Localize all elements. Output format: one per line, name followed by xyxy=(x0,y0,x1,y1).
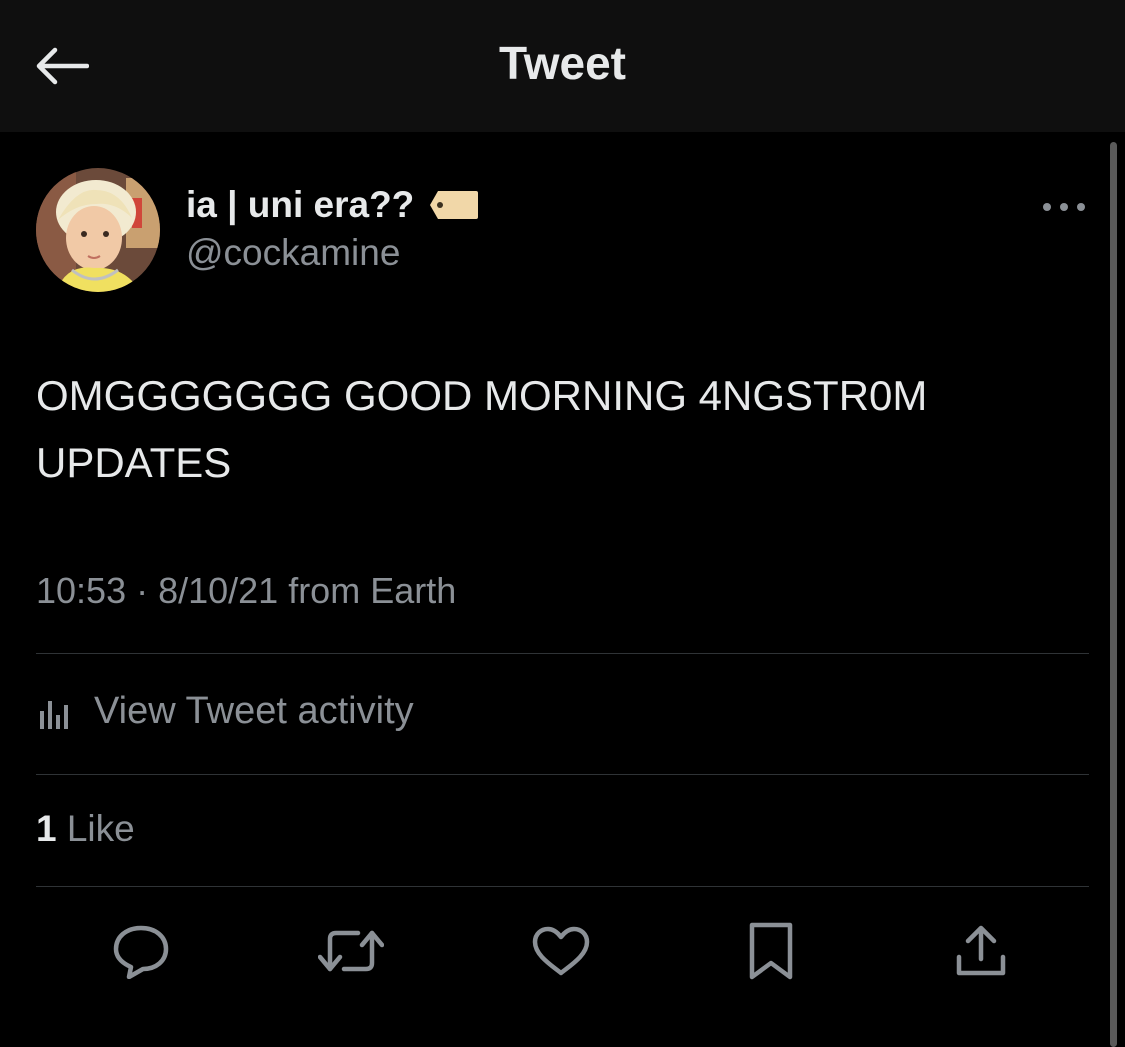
tweet-text: OMGGGGGGG GOOD MORNING 4NGSTR0M UPDATES xyxy=(36,372,928,486)
retweet-button[interactable] xyxy=(318,918,384,984)
activity-label: View Tweet activity xyxy=(94,689,414,732)
view-tweet-activity-button[interactable]: View Tweet activity xyxy=(36,686,414,736)
likes-count-link[interactable]: 1 Like xyxy=(36,808,135,850)
like-button[interactable] xyxy=(528,918,594,984)
share-button[interactable] xyxy=(948,918,1014,984)
bookmark-button[interactable] xyxy=(738,918,804,984)
scrollbar[interactable] xyxy=(1110,142,1117,1047)
tweet-timestamp[interactable]: 10:53 · 8/10/21 from Earth xyxy=(36,570,456,612)
top-bar: Tweet xyxy=(0,0,1125,132)
reply-icon xyxy=(113,925,169,979)
avatar[interactable] xyxy=(36,168,160,292)
divider xyxy=(36,653,1089,654)
display-name-text: ia | uni era?? xyxy=(186,184,415,225)
tag-emoji-icon xyxy=(430,191,479,219)
display-name[interactable]: ia | uni era?? xyxy=(186,180,480,230)
divider xyxy=(36,886,1089,887)
more-horizontal-icon xyxy=(1043,203,1085,211)
page-title: Tweet xyxy=(499,37,626,89)
like-label: Like xyxy=(66,808,135,849)
bookmark-icon xyxy=(749,922,793,980)
more-options-button[interactable] xyxy=(1036,190,1092,224)
divider xyxy=(36,774,1089,775)
analytics-icon xyxy=(40,701,68,729)
like-icon xyxy=(532,926,590,976)
reply-button[interactable] xyxy=(108,918,174,984)
retweet-icon xyxy=(318,930,384,972)
share-icon xyxy=(956,925,1006,976)
like-count: 1 xyxy=(36,808,57,849)
handle[interactable]: @cockamine xyxy=(186,232,400,274)
